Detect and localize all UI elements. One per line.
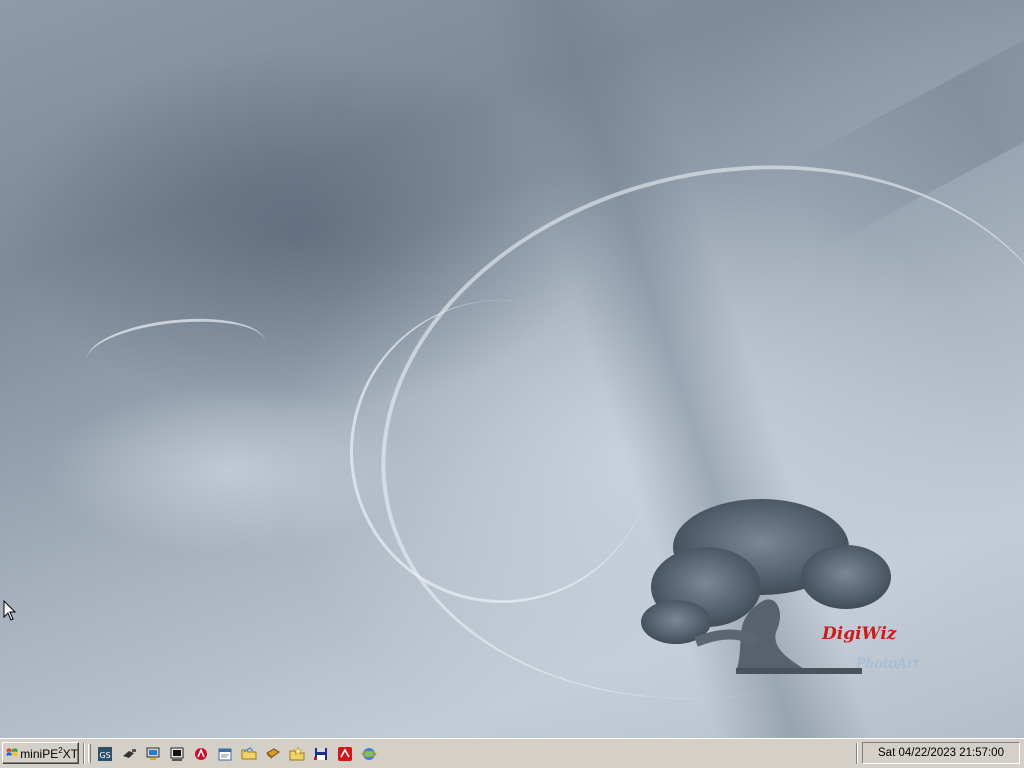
quick-launch-star-folder[interactable] xyxy=(286,743,308,765)
quick-launch-terminal[interactable] xyxy=(166,743,188,765)
system-tray-clock[interactable]: Sat 04/22/2023 21:57:00 xyxy=(862,742,1020,764)
quick-launch-my-computer[interactable] xyxy=(142,743,164,765)
folder-icon xyxy=(241,747,257,760)
acrobat-icon xyxy=(195,748,207,760)
terminal-icon xyxy=(170,747,184,761)
start-button[interactable]: miniPE2XT xyxy=(2,742,79,764)
quick-launch-folder[interactable] xyxy=(238,743,260,765)
gs-icon: GS xyxy=(98,747,112,761)
mouse-cursor-icon xyxy=(3,600,17,621)
taskbar: miniPE2XT GS Sat 04/22/2023 21:57:00 xyxy=(0,738,1024,768)
quick-launch-internet[interactable] xyxy=(358,743,380,765)
windows-flag-icon xyxy=(6,748,18,757)
wallpaper-arc xyxy=(83,310,269,393)
start-label: miniPE2XT xyxy=(20,745,78,761)
my-computer-icon xyxy=(146,747,160,760)
logo-sub-text: PhotoArt xyxy=(856,656,920,672)
desktop[interactable]: DigiWiz PhotoArt xyxy=(0,0,1024,738)
quick-launch-red-app[interactable] xyxy=(334,743,356,765)
quick-launch-floppy[interactable] xyxy=(310,743,332,765)
svg-text:GS: GS xyxy=(99,751,110,760)
star-folder-icon xyxy=(289,746,305,761)
taskbar-separator xyxy=(83,743,85,764)
clock-text: Sat 04/22/2023 21:57:00 xyxy=(878,747,1004,759)
quick-launch-plug[interactable] xyxy=(118,743,140,765)
quick-launch-notepad[interactable] xyxy=(214,743,236,765)
logo-brand-text: DigiWiz xyxy=(822,624,897,644)
internet-icon xyxy=(361,748,377,760)
quick-launch-acrobat[interactable] xyxy=(190,743,212,765)
bonsai-tree-logo xyxy=(641,499,891,674)
red-app-icon xyxy=(338,747,352,761)
quick-launch-gs[interactable]: GS xyxy=(94,743,116,765)
quick-launch-bar: GS xyxy=(94,743,382,765)
notepad-icon xyxy=(218,748,232,761)
quick-launch-grip[interactable] xyxy=(88,744,91,763)
taskbar-separator xyxy=(856,743,858,764)
plug-icon xyxy=(123,749,136,758)
disk-tool-icon xyxy=(266,748,280,759)
quick-launch-disk-tool[interactable] xyxy=(262,743,284,765)
floppy-icon xyxy=(314,748,327,760)
